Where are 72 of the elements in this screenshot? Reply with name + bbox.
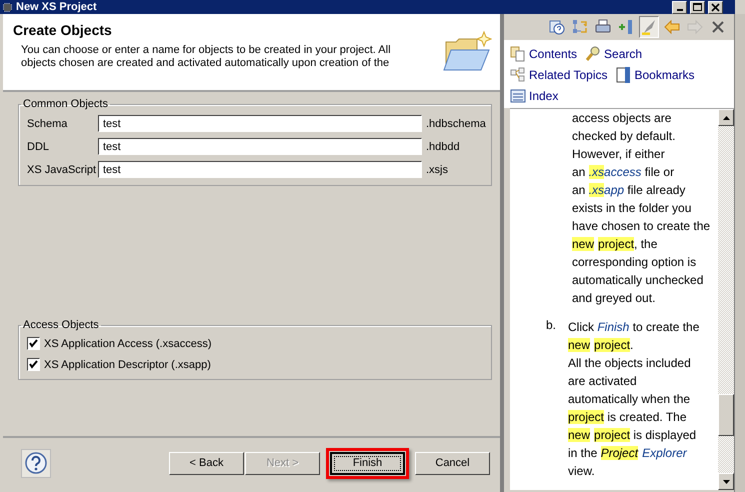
group-title: Common Objects [22, 98, 109, 110]
close-icon [710, 19, 726, 35]
checkbox[interactable] [27, 358, 40, 371]
file-suffix: .hdbschema [426, 118, 486, 130]
dialog-button[interactable]: Cancel [415, 452, 490, 474]
down-arrow-icon[interactable] [722, 480, 730, 484]
back-icon [664, 19, 680, 35]
highlight-icon [641, 19, 657, 35]
help-text-line: new project is displayed [568, 427, 698, 444]
help-text-line: corresponding option is [572, 254, 698, 271]
page-description: You can choose or enter a name for objects to be created in your project. All objects chosen are created and activated automatically upon creation of the [20, 44, 392, 70]
help-link[interactable]: Related Topics [510, 64, 608, 85]
checkbox[interactable] [27, 337, 40, 350]
print-icon [595, 19, 611, 35]
minimize-button[interactable] [672, 0, 687, 14]
close-button[interactable] [708, 0, 723, 14]
bookmarks-icon [616, 66, 632, 82]
chip-icon [2, 2, 13, 12]
window-title: New XS Project [16, 1, 97, 13]
maximize-button[interactable] [690, 0, 705, 14]
bookmark-icon [618, 19, 634, 35]
highlight-button[interactable] [639, 16, 659, 38]
help-text-line: exists in the folder you [572, 200, 692, 217]
help-link[interactable]: Contents [510, 43, 578, 64]
dialog-button[interactable]: Finish [330, 452, 405, 474]
search-icon [585, 46, 602, 62]
help-text-line: checked by default. [572, 128, 676, 145]
minimize-icon [676, 9, 682, 11]
close-icon [711, 2, 720, 12]
help-text-line: an .xsapp file already [572, 182, 686, 199]
page-title: Create Objects [13, 22, 113, 38]
list-marker: b. [546, 318, 558, 334]
input-field[interactable]: test [98, 115, 422, 132]
field-label: Schema [27, 118, 68, 130]
help-link[interactable]: Bookmarks [616, 64, 695, 85]
checkbox-label[interactable]: XS Application Access (.xsaccess) [44, 338, 212, 350]
sync-icon [572, 19, 588, 35]
group-title: Access Objects [22, 319, 100, 331]
help-text-line: automatically when the [568, 391, 692, 408]
scrollbar-thumb[interactable] [718, 394, 734, 436]
help-text-line: an .xsaccess file or [572, 164, 676, 181]
index-icon [510, 88, 526, 104]
checkbox-label[interactable]: XS Application Descriptor (.xsapp) [44, 358, 211, 370]
scrollbar[interactable] [718, 109, 734, 490]
input-field[interactable]: test [98, 138, 422, 155]
help-text-line: are activated [568, 373, 638, 390]
help-text-line: view. [568, 463, 596, 480]
dialog-button[interactable]: < Back [169, 452, 244, 474]
help-text-line: access objects are [572, 110, 672, 127]
help-link[interactable]: Search [585, 43, 642, 64]
help-text-line: Click Finish to create the [568, 319, 700, 336]
help-text-line: and greyed out. [572, 290, 656, 307]
field-label: XS JavaScript [27, 164, 98, 176]
input-field[interactable]: test [98, 161, 422, 178]
help-button[interactable] [21, 448, 51, 478]
help-text-line: have chosen to create the [572, 218, 710, 235]
maximize-icon [693, 2, 702, 12]
file-suffix: .hdbdd [426, 140, 460, 152]
help-text-line: new project, the [572, 236, 658, 253]
file-suffix: .xsjs [426, 164, 448, 176]
contents-icon [510, 46, 526, 62]
help-text-line: automatically unchecked [572, 272, 704, 289]
field-label: DDL [27, 140, 50, 152]
help-icon [549, 19, 565, 35]
related-icon [510, 66, 526, 82]
forward-icon [687, 19, 703, 35]
help-text-line: All the objects included [568, 355, 692, 372]
help-text-line: However, if either [572, 146, 666, 163]
help-text-line: new project. [568, 337, 634, 354]
help-link[interactable]: Index [510, 85, 558, 106]
up-arrow-icon[interactable] [722, 116, 730, 120]
help-text-line: project is created. The [568, 409, 688, 426]
